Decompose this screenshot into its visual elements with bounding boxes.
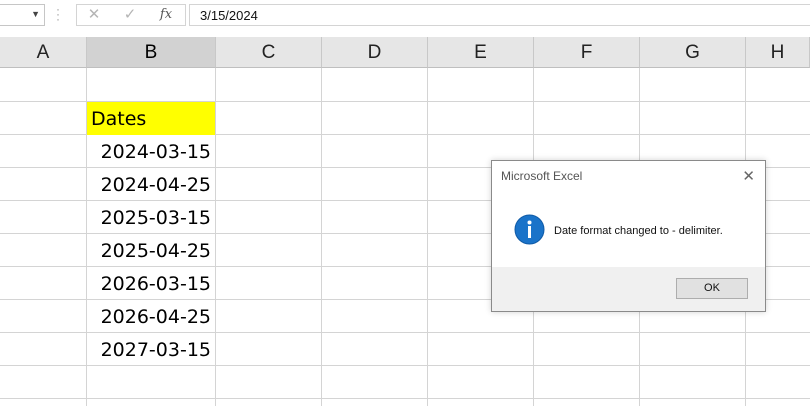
gridline [215,68,216,406]
column-header-f[interactable]: F [534,37,640,68]
column-header-a[interactable]: A [0,37,87,68]
ok-button[interactable]: OK [676,278,748,299]
cell-date[interactable]: 2024-03-15 [87,135,215,168]
name-box[interactable]: ▼ [0,4,45,26]
formula-bar: ▼ · · · ✕ ✓ fx 3/15/2024 [0,0,810,31]
close-icon[interactable]: ✕ [742,167,755,185]
resize-handle[interactable]: · · · [56,3,60,25]
dialog-title: Microsoft Excel [501,169,583,183]
column-header-d[interactable]: D [322,37,428,68]
column-header-h[interactable]: H [746,37,810,68]
cell-date[interactable]: 2025-03-15 [87,201,215,234]
gridline [427,68,428,406]
cancel-icon[interactable]: ✕ [83,5,105,25]
formula-buttons: ✕ ✓ fx [76,4,186,26]
column-header-e[interactable]: E [428,37,534,68]
cell-date[interactable]: 2027-03-15 [87,333,215,366]
insert-function-icon[interactable]: fx [155,5,177,25]
formula-value: 3/15/2024 [200,8,258,23]
formula-input[interactable]: 3/15/2024 [189,4,810,26]
dialog-message: Date format changed to - delimiter. [554,225,723,237]
column-header-c[interactable]: C [216,37,322,68]
cell-date[interactable]: 2025-04-25 [87,234,215,267]
dialog-footer: OK [492,267,765,311]
info-icon [514,214,545,245]
cell-date[interactable]: 2024-04-25 [87,168,215,201]
cell-date[interactable]: 2026-04-25 [87,300,215,333]
cell-date[interactable]: 2026-03-15 [87,267,215,300]
enter-icon[interactable]: ✓ [119,5,141,25]
message-dialog: Microsoft Excel ✕ Date format changed to… [491,160,766,312]
gridline [0,398,810,399]
column-header-g[interactable]: G [640,37,746,68]
gridline [321,68,322,406]
column-header-b[interactable]: B [87,37,216,68]
chevron-down-icon[interactable]: ▼ [31,9,40,19]
cell-b3-dates-header[interactable]: Dates [87,102,215,135]
